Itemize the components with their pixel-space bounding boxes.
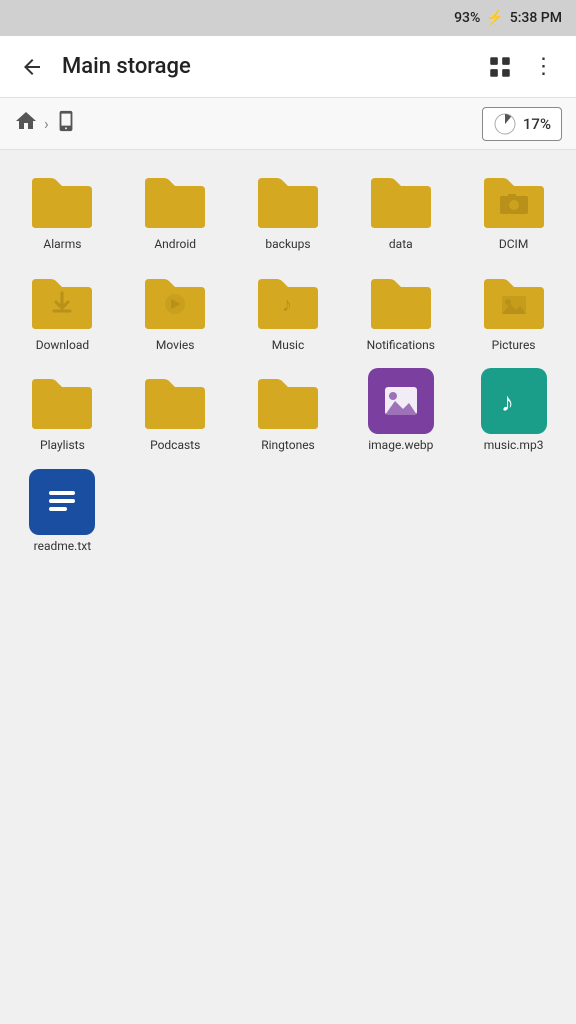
- file-item-notifications[interactable]: Notifications: [346, 263, 455, 358]
- toolbar: Main storage ⋮: [0, 36, 576, 98]
- file-label-android: Android: [154, 237, 196, 253]
- file-item-alarms[interactable]: Alarms: [8, 162, 117, 257]
- file-item-backups[interactable]: backups: [234, 162, 343, 257]
- file-item-android[interactable]: Android: [121, 162, 230, 257]
- page-title: Main storage: [54, 54, 478, 79]
- file-item-dcim[interactable]: DCIM: [459, 162, 568, 257]
- image-icon-image-webp: [365, 367, 437, 435]
- file-label-pictures: Pictures: [492, 338, 536, 354]
- text-file-icon: [29, 469, 95, 535]
- folder-icon-alarms: [26, 166, 98, 234]
- file-label-data: data: [389, 237, 413, 253]
- file-item-image-webp[interactable]: image.webp: [346, 363, 455, 458]
- file-label-ringtones: Ringtones: [261, 438, 315, 454]
- storage-percent-text: 17%: [523, 115, 551, 133]
- file-item-playlists[interactable]: Playlists: [8, 363, 117, 458]
- breadcrumb-bar: › 17%: [0, 98, 576, 150]
- folder-icon-dcim: [478, 166, 550, 234]
- file-item-movies[interactable]: Movies: [121, 263, 230, 358]
- storage-pie-icon: [493, 112, 517, 136]
- file-item-download[interactable]: Download: [8, 263, 117, 358]
- file-item-music[interactable]: ♪ Music: [234, 263, 343, 358]
- file-item-pictures[interactable]: Pictures: [459, 263, 568, 358]
- folder-icon-podcasts: [139, 367, 211, 435]
- file-label-movies: Movies: [156, 338, 195, 354]
- file-label-music: Music: [272, 338, 304, 354]
- folder-icon-ringtones: [252, 367, 324, 435]
- file-item-ringtones[interactable]: Ringtones: [234, 363, 343, 458]
- grid-view-button[interactable]: [478, 45, 522, 89]
- time-text: 5:38 PM: [510, 10, 562, 26]
- file-label-alarms: Alarms: [43, 237, 81, 253]
- status-bar: 93% ⚡ 5:38 PM: [0, 0, 576, 36]
- folder-icon-data: [365, 166, 437, 234]
- device-breadcrumb[interactable]: [55, 110, 77, 137]
- file-label-image-webp: image.webp: [368, 438, 433, 454]
- music-file-icon: ♪: [481, 368, 547, 434]
- folder-icon-android: [139, 166, 211, 234]
- txt-icon-readme-txt: [26, 468, 98, 536]
- folder-icon-backups: [252, 166, 324, 234]
- file-label-podcasts: Podcasts: [150, 438, 200, 454]
- file-label-music-mp3: music.mp3: [484, 438, 544, 454]
- music-icon-music-mp3: ♪: [478, 367, 550, 435]
- svg-text:♪: ♪: [282, 294, 292, 316]
- file-item-data[interactable]: data: [346, 162, 455, 257]
- file-item-music-mp3[interactable]: ♪ music.mp3: [459, 363, 568, 458]
- file-label-download: Download: [36, 338, 89, 354]
- file-label-backups: backups: [265, 237, 310, 253]
- file-item-readme-txt[interactable]: readme.txt: [8, 464, 117, 559]
- file-grid: Alarms Android backups data: [0, 150, 576, 570]
- file-label-playlists: Playlists: [40, 438, 85, 454]
- file-label-notifications: Notifications: [367, 338, 435, 354]
- image-file-icon: [368, 368, 434, 434]
- home-breadcrumb[interactable]: [14, 109, 38, 139]
- svg-text:♪: ♪: [501, 387, 514, 417]
- back-button[interactable]: [10, 45, 54, 89]
- battery-icon: ⚡: [486, 10, 503, 26]
- folder-icon-music: ♪: [252, 267, 324, 335]
- file-item-podcasts[interactable]: Podcasts: [121, 363, 230, 458]
- file-label-dcim: DCIM: [499, 237, 528, 253]
- folder-icon-playlists: [26, 367, 98, 435]
- folder-icon-movies: [139, 267, 211, 335]
- battery-text: 93%: [454, 10, 480, 26]
- folder-icon-download: [26, 267, 98, 335]
- folder-icon-pictures: [478, 267, 550, 335]
- more-options-button[interactable]: ⋮: [522, 45, 566, 89]
- breadcrumb-separator: ›: [44, 114, 49, 133]
- file-label-readme-txt: readme.txt: [34, 539, 91, 555]
- storage-usage-badge: 17%: [482, 107, 562, 141]
- folder-icon-notifications: [365, 267, 437, 335]
